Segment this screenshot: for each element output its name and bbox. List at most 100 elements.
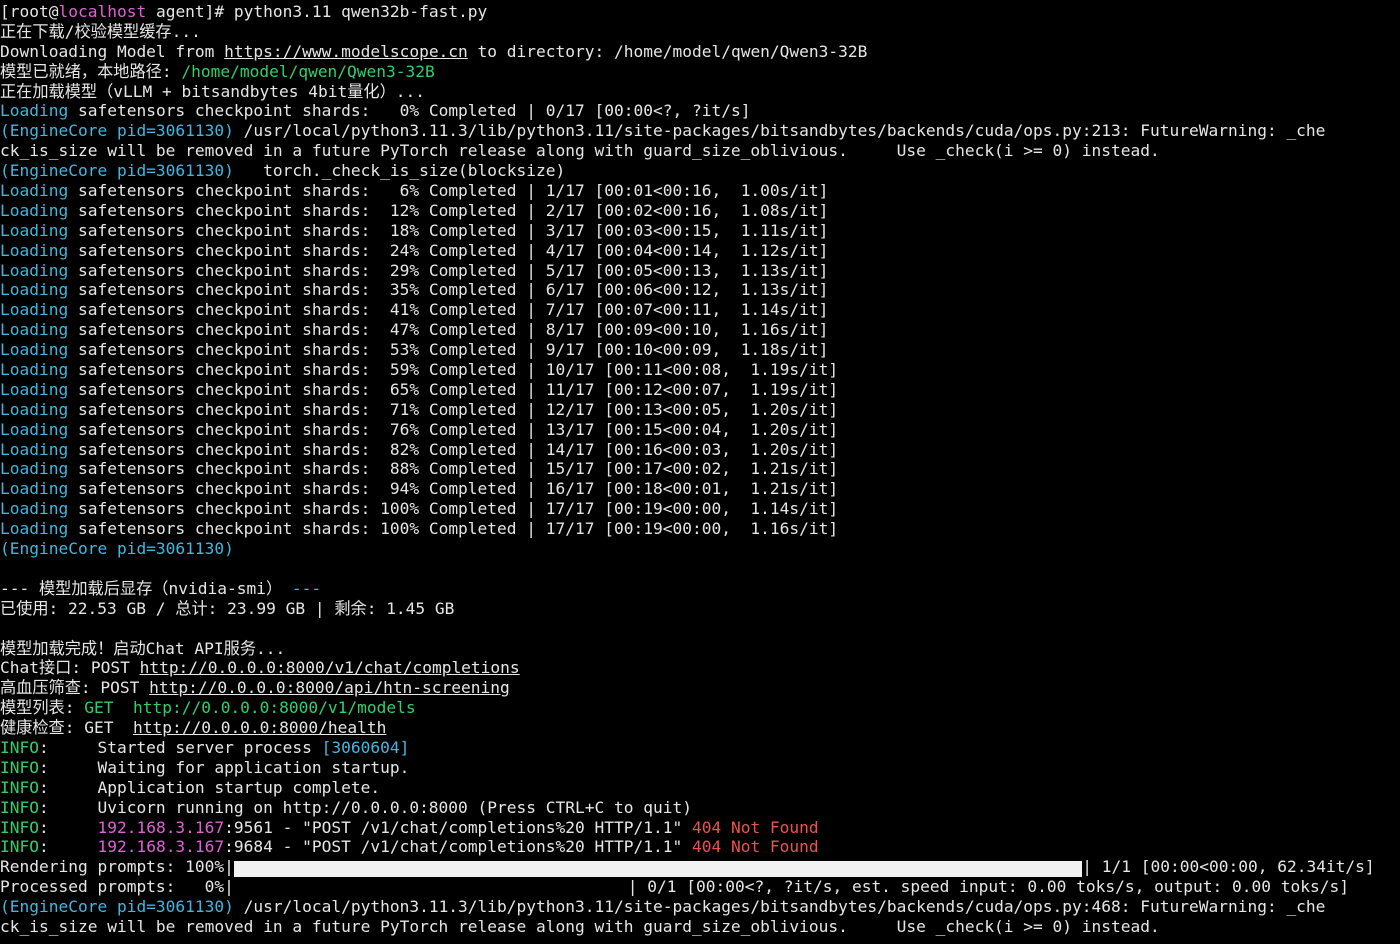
terminal-text: torch._check_is_size(blocksize) [233,161,566,181]
terminal-text: agent]# python3.11 qwen32b-fast.py [146,2,488,21]
terminal-text: /usr/local/python3.11.3/lib/python3.11/s… [233,121,1326,141]
progress-bar [233,860,1083,878]
terminal-text: INFO [0,737,39,757]
terminal-text: /usr/local/python3.11.3/lib/python3.11/s… [233,897,1326,917]
terminal-text: /home/model/qwen/Qwen3-32B [181,61,435,81]
terminal-line: 正在加载模型（vLLM + bitsandbytes 4bit量化）... [0,82,1400,102]
terminal-text: | 0/1 [00:00<?, ?it/s, est. speed input:… [627,877,1349,897]
terminal-text: :9684 - "POST /v1/chat/completions%20 HT… [224,837,692,857]
terminal-line: --- 模型加载后显存（nvidia-smi） --- [0,579,1400,599]
terminal-text: ck_is_size will be removed in a future P… [0,916,1160,936]
terminal-text: localhost [58,2,147,21]
terminal-line: Loading safetensors checkpoint shards: 4… [0,300,1400,320]
terminal-link[interactable]: https://www.modelscope.cn [224,42,468,61]
terminal-line: Loading safetensors checkpoint shards: 2… [0,241,1400,261]
terminal-text: --- 模型加载后显存（nvidia-smi） [0,578,292,598]
terminal-line: Loading safetensors checkpoint shards: 7… [0,420,1400,440]
terminal-line: Loading safetensors checkpoint shards: 5… [0,360,1400,380]
terminal-line: ck_is_size will be removed in a future P… [0,917,1400,937]
terminal-text: Loading [0,439,69,459]
terminal-text: safetensors checkpoint shards: 100% Comp… [68,519,839,539]
progress-bar [234,880,628,897]
terminal-text: Loading [0,200,69,220]
terminal-line: (EngineCore pid=3061130) /usr/local/pyth… [0,121,1400,141]
terminal-text: Loading [0,479,69,499]
terminal-line: Loading safetensors checkpoint shards: 5… [0,340,1400,360]
terminal-text: Processed prompts: 0%| [0,877,234,897]
terminal-line: INFO: 192.168.3.167:9561 - "POST /v1/cha… [0,818,1400,838]
terminal-text: INFO [0,817,39,837]
terminal-text: Loading [0,399,69,419]
terminal-text: Downloading Model from [0,41,225,61]
terminal-line: 模型列表: GET http://0.0.0.0:8000/v1/models [0,698,1400,718]
terminal-line: INFO: Started server process [3060604] [0,738,1400,758]
terminal-text: Loading [0,379,69,399]
terminal-text: : Application startup complete. [38,777,381,797]
terminal-text: 健康检查: GET [0,718,133,738]
terminal-text: : Uvicorn running on http://0.0.0.0:8000… [38,797,692,817]
terminal-line: Loading safetensors checkpoint shards: 6… [0,380,1400,400]
terminal-text: 高血压筛查: POST [0,678,150,698]
terminal-line: 健康检查: GET http://0.0.0.0:8000/health [0,718,1400,738]
terminal-text: 192.168.3.167 [97,817,225,837]
terminal-line: [root@localhost agent]# python3.11 qwen3… [0,2,1400,22]
terminal-text: :9561 - "POST /v1/chat/completions%20 HT… [224,817,692,837]
terminal-text: GET http://0.0.0.0:8000/v1/models [84,698,416,718]
terminal-text: safetensors checkpoint shards: 88% Compl… [68,459,839,479]
terminal-line: 高血压筛查: POST http://0.0.0.0:8000/api/htn-… [0,678,1400,698]
terminal-text: 404 Not Found [691,837,819,857]
terminal-line: Loading safetensors checkpoint shards: 0… [0,101,1400,121]
terminal-line: Processed prompts: 0%| | 0/1 [00:00<?, ?i… [0,877,1400,897]
terminal-line: Loading safetensors checkpoint shards: 2… [0,261,1400,281]
terminal-line: Rendering prompts: 100%| | 1/1 [00:00<00:… [0,857,1400,878]
terminal-line: (EngineCore pid=3061130) [0,539,1400,559]
terminal-line: INFO: Uvicorn running on http://0.0.0.0:… [0,798,1400,818]
terminal-line: Loading safetensors checkpoint shards: 1… [0,499,1400,519]
terminal-text: safetensors checkpoint shards: 24% Compl… [68,240,829,260]
terminal-text: Loading [0,101,69,121]
terminal-text: INFO [0,757,39,777]
terminal-text: safetensors checkpoint shards: 29% Compl… [68,260,829,280]
terminal-text: 模型列表: [0,698,85,718]
terminal-text: Rendering prompts: 100%| [0,857,234,877]
terminal-text: : [38,837,98,857]
terminal-line: 模型加载完成！启动Chat API服务... [0,639,1400,659]
terminal-line: Loading safetensors checkpoint shards: 4… [0,320,1400,340]
terminal-line: Loading safetensors checkpoint shards: 7… [0,400,1400,420]
terminal-text: : Started server process [38,737,322,757]
terminal-text: 192.168.3.167 [97,837,225,857]
terminal-text: safetensors checkpoint shards: 100% Comp… [68,499,839,519]
terminal-text: safetensors checkpoint shards: 53% Compl… [68,340,829,360]
terminal-text: safetensors checkpoint shards: 71% Compl… [68,399,839,419]
terminal-text: safetensors checkpoint shards: 65% Compl… [68,379,839,399]
terminal-line: Loading safetensors checkpoint shards: 8… [0,440,1400,460]
terminal-text: Loading [0,499,69,519]
terminal-text: 正在加载模型（vLLM + bitsandbytes 4bit量化）... [0,81,426,101]
terminal-text: Loading [0,240,69,260]
terminal-text: Loading [0,419,69,439]
terminal-text: safetensors checkpoint shards: 6% Comple… [68,181,829,201]
terminal-link[interactable]: http://0.0.0.0:8000/v1/chat/completions [140,658,520,677]
terminal-text: INFO [0,797,39,817]
terminal-text: safetensors checkpoint shards: 47% Compl… [68,320,829,340]
terminal-text: [root@ [0,2,59,21]
terminal-line: Loading safetensors checkpoint shards: 3… [0,280,1400,300]
terminal-text: Loading [0,320,69,340]
terminal-text: | 1/1 [00:00<00:00, 62.34it/s] [1082,857,1375,877]
terminal-text: (EngineCore pid=3061130) [0,539,234,559]
terminal-line: INFO: Waiting for application startup. [0,758,1400,778]
terminal-line: Chat接口: POST http://0.0.0.0:8000/v1/chat… [0,658,1400,678]
terminal-line: INFO: 192.168.3.167:9684 - "POST /v1/cha… [0,837,1400,857]
terminal-text: 已使用: 22.53 GB / 总计: 23.99 GB | 剩余: 1.45 … [0,598,455,618]
terminal-link[interactable]: http://0.0.0.0:8000/health [133,718,386,737]
terminal-text: ck_is_size will be removed in a future P… [0,141,1160,161]
terminal-text: Loading [0,260,69,280]
terminal-output[interactable]: [root@localhost agent]# python3.11 qwen3… [0,2,1400,944]
terminal-line: ck_is_size will be removed in a future P… [0,141,1400,161]
terminal-text: Loading [0,220,69,240]
terminal-text: safetensors checkpoint shards: 82% Compl… [68,439,839,459]
terminal-text: : Waiting for application startup. [38,757,410,777]
terminal-link[interactable]: http://0.0.0.0:8000/api/htn-screening [149,678,510,697]
terminal-text: safetensors checkpoint shards: 41% Compl… [68,300,829,320]
